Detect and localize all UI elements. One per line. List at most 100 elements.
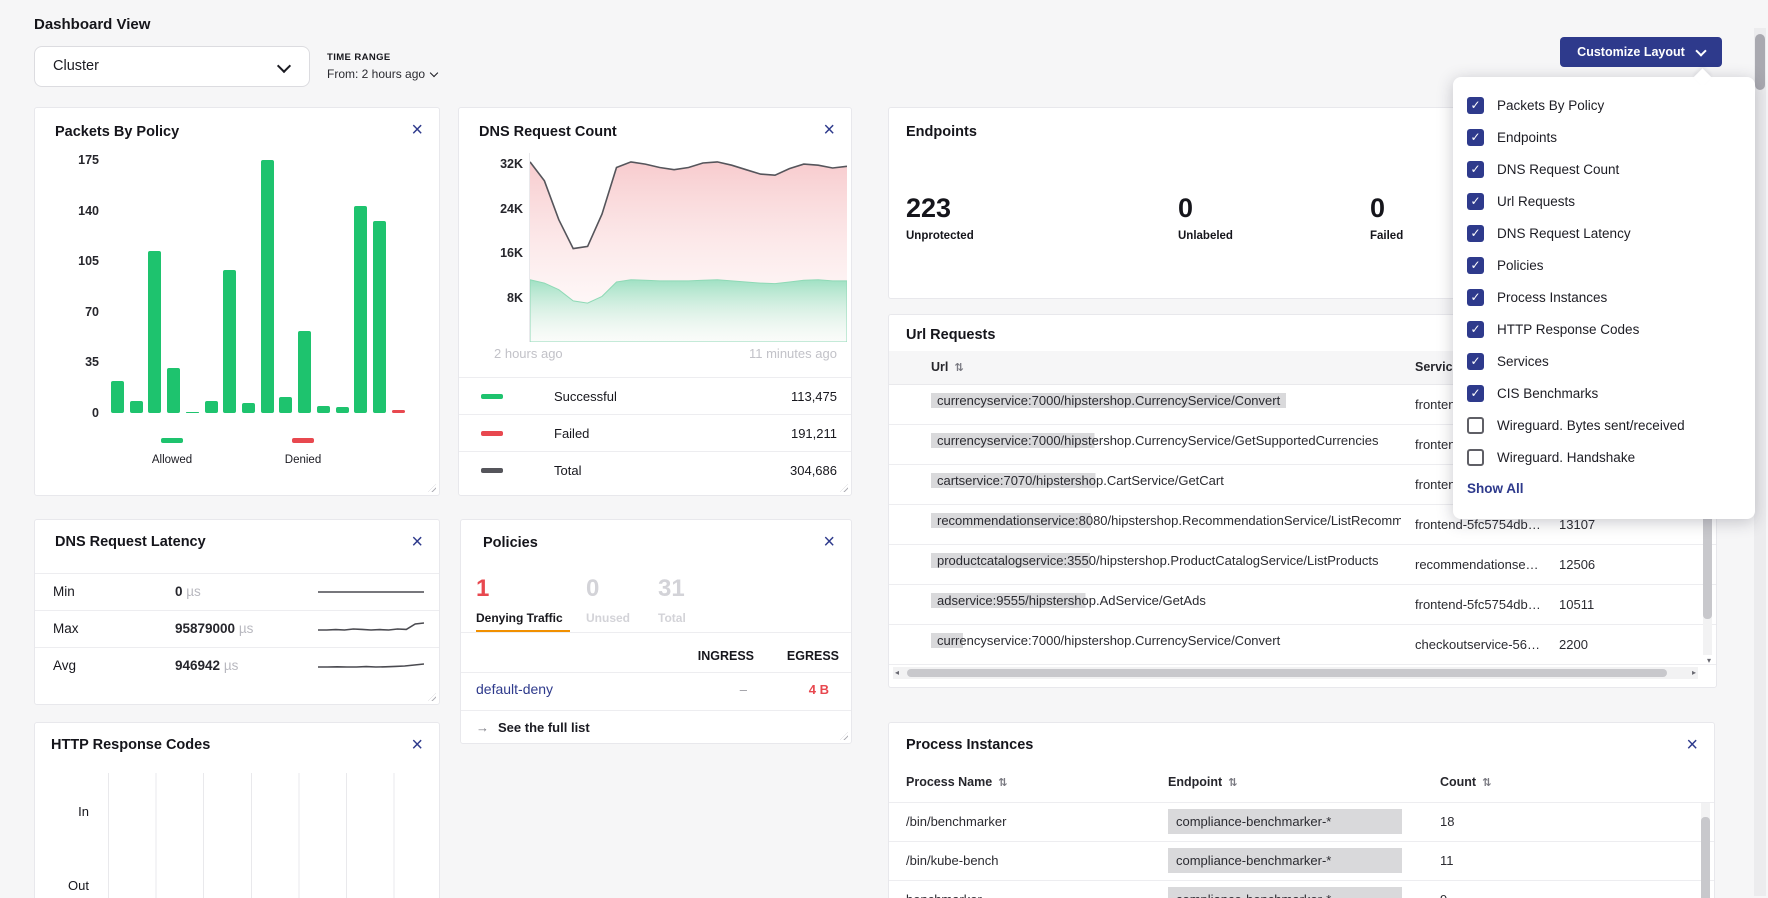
- row-label: Avg: [53, 658, 76, 673]
- menu-item-endpoints[interactable]: ✓Endpoints: [1467, 121, 1755, 153]
- process-name-value: /bin/benchmarker: [906, 814, 1006, 829]
- count-value: 9: [1440, 892, 1447, 898]
- chevron-down-icon: [1695, 45, 1706, 56]
- column-label: Url: [931, 360, 948, 374]
- checkbox-checked-icon[interactable]: ✓: [1467, 257, 1484, 274]
- bar-allowed: [242, 403, 255, 413]
- menu-item-process-instances[interactable]: ✓Process Instances: [1467, 281, 1755, 313]
- close-icon[interactable]: ×: [823, 120, 835, 140]
- url-cell: recommendationservice:8080/hipstershop.R…: [931, 513, 1401, 528]
- view-select[interactable]: Cluster: [34, 46, 310, 87]
- card-title: Endpoints: [906, 124, 977, 140]
- column-label: Count: [1440, 775, 1476, 789]
- allowed-swatch: [161, 438, 183, 443]
- sort-icon[interactable]: ⇅: [1482, 776, 1491, 789]
- vertical-scrollbar[interactable]: [1701, 803, 1710, 898]
- y-tick: 140: [78, 204, 99, 218]
- scroll-left-icon[interactable]: ◂: [895, 667, 899, 679]
- time-range-control[interactable]: TIME RANGE From: 2 hours ago: [327, 52, 437, 81]
- close-icon[interactable]: ×: [411, 735, 423, 755]
- checkbox-checked-icon[interactable]: ✓: [1467, 97, 1484, 114]
- scroll-down-icon[interactable]: ▾: [1707, 655, 1711, 667]
- menu-item-packets-by-policy[interactable]: ✓Packets By Policy: [1467, 89, 1755, 121]
- checkbox-checked-icon[interactable]: ✓: [1467, 193, 1484, 210]
- service-value: frontend-5fc5754db…: [1415, 597, 1547, 612]
- menu-item-dns-request-count[interactable]: ✓DNS Request Count: [1467, 153, 1755, 185]
- y-tick: 24K: [477, 202, 523, 216]
- close-icon[interactable]: ×: [823, 532, 835, 552]
- see-full-list-link[interactable]: →See the full list: [476, 720, 590, 735]
- bar-allowed: [279, 397, 292, 413]
- table-row[interactable]: productcatalogservice:3550/hipstershop.P…: [889, 545, 1716, 585]
- checkbox-checked-icon[interactable]: ✓: [1467, 353, 1484, 370]
- checkbox-checked-icon[interactable]: ✓: [1467, 385, 1484, 402]
- resize-handle-icon[interactable]: [428, 484, 436, 492]
- scrollbar-thumb[interactable]: [1701, 817, 1710, 898]
- table-body: /bin/benchmarkercompliance-benchmarker-*…: [889, 802, 1714, 898]
- page-scrollbar-thumb[interactable]: [1755, 34, 1765, 90]
- tab-unused[interactable]: 0 Unused: [586, 575, 630, 625]
- legend-denied: Denied: [267, 430, 339, 466]
- table-row[interactable]: benchmarkercompliance-benchmarker-*9: [889, 880, 1714, 898]
- table-row[interactable]: adservice:9555/hipstershop.AdService/Get…: [889, 585, 1716, 625]
- process-name-value: benchmarker: [906, 892, 982, 898]
- dashboard-page: Dashboard View Cluster TIME RANGE From: …: [0, 0, 1768, 898]
- menu-item-label: Services: [1497, 354, 1549, 369]
- resize-handle-icon[interactable]: [428, 693, 436, 701]
- table-row[interactable]: /bin/kube-benchcompliance-benchmarker-*1…: [889, 841, 1714, 880]
- row-label: Max: [53, 621, 79, 636]
- policy-link[interactable]: default-deny: [476, 681, 553, 697]
- row-value: 95879000 µs: [175, 621, 253, 636]
- url-value: currencyservice:7000/hipstershop.Currenc…: [931, 433, 1385, 448]
- table-row[interactable]: currencyservice:7000/hipstershop.Currenc…: [889, 625, 1716, 665]
- sort-icon[interactable]: ⇅: [954, 361, 963, 374]
- sort-icon[interactable]: ⇅: [1228, 776, 1237, 789]
- checkbox-checked-icon[interactable]: ✓: [1467, 321, 1484, 338]
- checkbox-checked-icon[interactable]: ✓: [1467, 225, 1484, 242]
- close-icon[interactable]: ×: [411, 532, 423, 552]
- legend-label: Failed: [554, 426, 589, 441]
- menu-item-services[interactable]: ✓ Services: [1467, 345, 1755, 377]
- customize-layout-label: Customize Layout: [1577, 45, 1685, 59]
- page-title: Dashboard View: [34, 16, 150, 33]
- checkbox-checked-icon[interactable]: ✓: [1467, 129, 1484, 146]
- service-value: frontend-5fc5754db…: [1415, 517, 1547, 532]
- menu-item-dns-request-latency[interactable]: ✓DNS Request Latency: [1467, 217, 1755, 249]
- table-row[interactable]: /bin/benchmarkercompliance-benchmarker-*…: [889, 802, 1714, 841]
- row-value: 0 µs: [175, 584, 201, 599]
- customize-layout-button[interactable]: Customize Layout: [1560, 37, 1722, 67]
- count-value: 10511: [1559, 597, 1649, 612]
- page-scrollbar[interactable]: [1754, 28, 1766, 896]
- checkbox-checked-icon[interactable]: ✓: [1467, 289, 1484, 306]
- y-tick: 32K: [477, 157, 523, 171]
- bar-allowed: [354, 206, 367, 413]
- bar-allowed: [130, 401, 143, 413]
- egress-value: 4 B: [809, 682, 829, 697]
- checkbox-checked-icon[interactable]: ✓: [1467, 161, 1484, 178]
- scrollbar-thumb[interactable]: [907, 669, 1667, 677]
- menu-item-url-requests[interactable]: ✓Url Requests: [1467, 185, 1755, 217]
- scroll-right-icon[interactable]: ▸: [1692, 667, 1696, 679]
- resize-handle-icon[interactable]: [840, 732, 848, 740]
- horizontal-scrollbar[interactable]: ◂ ▸: [893, 667, 1698, 679]
- table-header: Process Name⇅ Endpoint⇅ Count⇅: [889, 775, 1714, 799]
- stat-label: Failed: [1370, 230, 1403, 242]
- time-range-value-row: From: 2 hours ago: [327, 67, 437, 81]
- checkbox-unchecked-icon[interactable]: [1467, 417, 1484, 434]
- total-swatch: [481, 468, 503, 473]
- menu-item-policies[interactable]: ✓Policies: [1467, 249, 1755, 281]
- menu-item-http-response-codes[interactable]: ✓HTTP Response Codes: [1467, 313, 1755, 345]
- close-icon[interactable]: ×: [411, 120, 423, 140]
- menu-item-wireguard-handshake[interactable]: Wireguard. Handshake: [1467, 441, 1755, 473]
- card-title: Process Instances: [906, 737, 1033, 753]
- menu-item-wireguard-bytes-sent-received[interactable]: Wireguard. Bytes sent/received: [1467, 409, 1755, 441]
- checkbox-unchecked-icon[interactable]: [1467, 449, 1484, 466]
- customize-menu-list: ✓Packets By Policy✓Endpoints✓DNS Request…: [1467, 89, 1755, 473]
- tab-total[interactable]: 31 Total: [658, 575, 686, 625]
- show-all-link[interactable]: Show All: [1467, 473, 1755, 505]
- tab-denying-traffic[interactable]: 1 Denying Traffic: [476, 575, 563, 625]
- close-icon[interactable]: ×: [1686, 735, 1698, 755]
- menu-item-cis-benchmarks[interactable]: ✓CIS Benchmarks: [1467, 377, 1755, 409]
- bar-chart: [111, 160, 405, 413]
- sort-icon[interactable]: ⇅: [998, 776, 1007, 789]
